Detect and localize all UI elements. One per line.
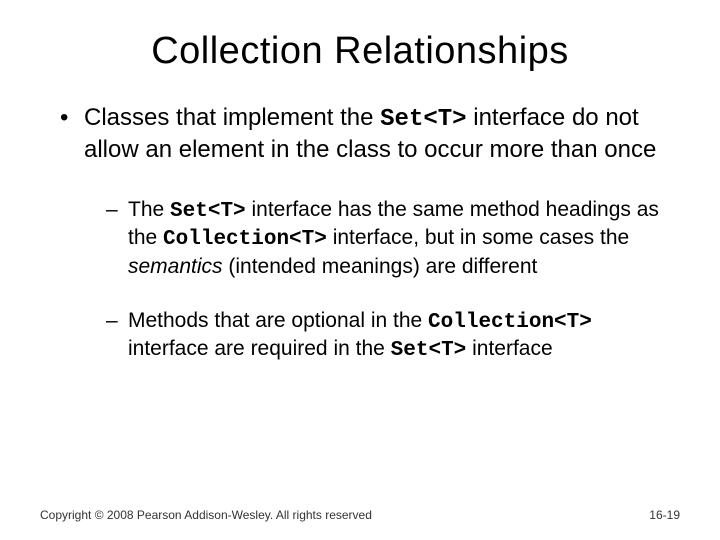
sub-bullet-2: Methods that are optional in the Collect… bbox=[106, 308, 670, 365]
code-set-t: Set<T> bbox=[391, 339, 467, 362]
copyright-text: Copyright © 2008 Pearson Addison-Wesley.… bbox=[40, 508, 372, 522]
text-fragment: The bbox=[128, 198, 170, 221]
code-collection-t: Collection<T> bbox=[428, 311, 592, 334]
code-set-t: Set<T> bbox=[380, 106, 466, 133]
text-fragment: (intended meanings) are different bbox=[223, 255, 538, 278]
bullet-item-1: Classes that implement the Set<T> interf… bbox=[60, 103, 670, 364]
emphasis-semantics: semantics bbox=[128, 255, 223, 278]
bullet-list-level2: The Set<T> interface has the same method… bbox=[106, 197, 670, 364]
text-fragment: interface bbox=[466, 337, 552, 360]
text-fragment: Classes that implement the bbox=[84, 104, 380, 131]
slide-title: Collection Relationships bbox=[40, 30, 680, 73]
code-collection-t: Collection<T> bbox=[163, 228, 327, 251]
sub-bullet-1: The Set<T> interface has the same method… bbox=[106, 197, 670, 280]
bullet-list-level1: Classes that implement the Set<T> interf… bbox=[60, 103, 670, 364]
page-number: 16-19 bbox=[649, 508, 680, 522]
slide: Collection Relationships Classes that im… bbox=[0, 0, 720, 540]
text-fragment: Methods that are optional in the bbox=[128, 309, 428, 332]
text-fragment: interface, but in some cases the bbox=[327, 226, 629, 249]
text-fragment: interface are required in the bbox=[128, 337, 391, 360]
footer: Copyright © 2008 Pearson Addison-Wesley.… bbox=[40, 508, 680, 522]
code-set-t: Set<T> bbox=[170, 200, 246, 223]
